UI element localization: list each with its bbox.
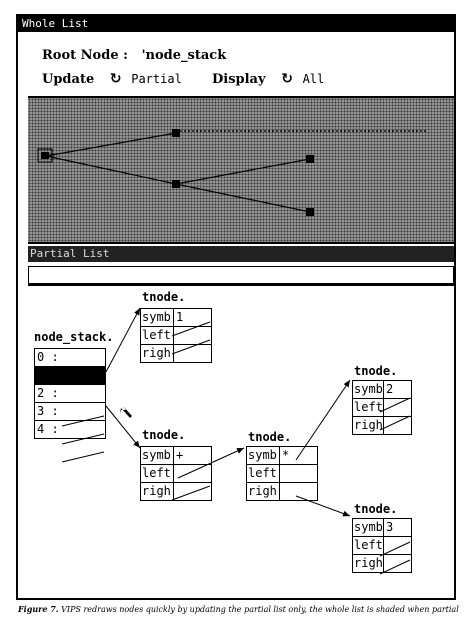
display-cycle-icon[interactable]: ↻ — [281, 71, 293, 87]
tnode-top[interactable]: symb 1 left righ — [140, 308, 212, 363]
tnode-title: tnode. — [354, 502, 398, 516]
tnode-mid[interactable]: symb + left righ — [140, 446, 212, 501]
field-symb-label: symb — [247, 447, 280, 464]
tnode-center[interactable]: symb * left righ — [246, 446, 318, 501]
field-left-label: left — [247, 465, 280, 482]
field-righ-label: righ — [141, 345, 174, 362]
overview-node — [172, 180, 180, 188]
display-control[interactable]: Display ↻ All — [212, 68, 324, 87]
tnode-right-top[interactable]: symb 2 left righ — [352, 380, 412, 435]
field-symb-label: symb — [141, 309, 174, 326]
root-node-label: Root Node : — [42, 48, 128, 63]
field-righ-label: righ — [141, 483, 174, 500]
overview-node-root-fill — [41, 152, 49, 159]
edge-stack-mid — [105, 405, 141, 449]
display-label: Display — [212, 72, 266, 87]
field-symb-value: * — [282, 448, 290, 462]
update-label: Update — [42, 72, 95, 87]
field-left-label: left — [141, 327, 174, 344]
field-righ-label: righ — [247, 483, 280, 500]
field-left-label: left — [354, 399, 384, 416]
root-node-value[interactable]: 'node_stack — [142, 48, 227, 63]
mouse-pointer-icon — [120, 406, 132, 418]
figure-number: Figure 7. — [18, 604, 59, 614]
field-symb-value: 2 — [386, 382, 394, 396]
stack-row[interactable]: 4 : — [35, 421, 105, 438]
overview-tree — [37, 129, 428, 216]
field-symb-label: symb — [354, 519, 384, 536]
field-symb-label: symb — [141, 447, 174, 464]
partial-list-graph[interactable]: node_stack. 0 : 2 : 3 : 4 : tnode. symb … — [28, 284, 454, 600]
whole-list-overview[interactable] — [28, 96, 454, 244]
stack-row[interactable]: 2 : — [35, 385, 105, 403]
field-righ-label: righ — [354, 555, 384, 572]
field-left-label: left — [354, 537, 384, 554]
partial-list-title: Partial List — [28, 246, 454, 262]
stack-box[interactable]: 0 : 2 : 3 : 4 : — [34, 348, 106, 439]
tnode-right-bottom[interactable]: symb 3 left righ — [352, 518, 412, 573]
stack-row[interactable]: 0 : — [35, 349, 105, 367]
update-control[interactable]: Update ↻ Partial — [42, 68, 182, 87]
tnode-title: tnode. — [142, 290, 186, 304]
field-symb-value: + — [176, 448, 184, 462]
field-left-label: left — [141, 465, 174, 482]
field-righ-label: righ — [354, 417, 384, 434]
root-node-row: Root Node : 'node_stack — [42, 44, 226, 63]
tnode-title: tnode. — [248, 430, 292, 444]
field-symb-value: 3 — [386, 520, 394, 534]
overview-node — [306, 208, 314, 216]
stack-title: node_stack. — [34, 330, 114, 344]
overview-node — [306, 155, 314, 163]
figure-caption-text: VIPS redraws nodes quickly by updating t… — [61, 605, 459, 614]
display-value: All — [302, 72, 325, 86]
field-symb-value: 1 — [176, 310, 184, 324]
partial-list-status-field[interactable] — [28, 266, 454, 284]
window-title: Whole List — [18, 16, 454, 32]
field-symb-label: symb — [354, 381, 384, 398]
figure-caption: Figure 7. VIPS redraws nodes quickly by … — [18, 604, 474, 614]
update-cycle-icon[interactable]: ↻ — [110, 71, 122, 87]
overview-node — [172, 129, 180, 137]
update-value: Partial — [131, 72, 182, 86]
tnode-title: tnode. — [354, 364, 398, 378]
tnode-title: tnode. — [142, 428, 186, 442]
stack-row[interactable]: 3 : — [35, 403, 105, 421]
stack-row-selected[interactable] — [35, 367, 105, 385]
